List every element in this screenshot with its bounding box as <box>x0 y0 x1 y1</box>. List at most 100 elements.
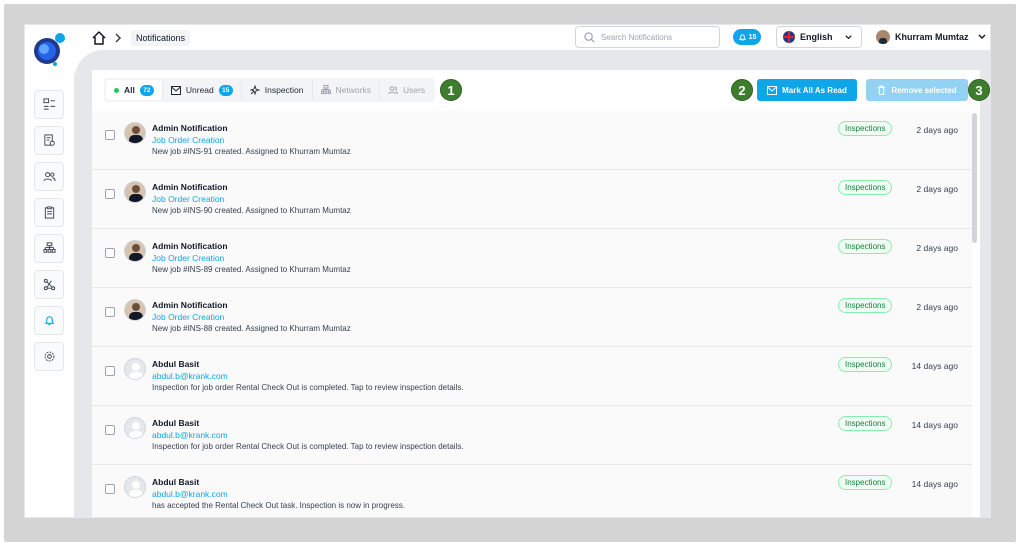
notification-time: 2 days ago <box>916 243 958 253</box>
clipboard-icon <box>44 206 54 219</box>
tab-all[interactable]: All 72 <box>106 80 163 100</box>
mark-all-read-label: Mark All As Read <box>782 85 847 95</box>
notification-title: Abdul Basit <box>152 477 200 487</box>
sidebar-item-networks[interactable] <box>34 234 64 263</box>
callout-marker-3: 3 <box>968 79 990 101</box>
sender-avatar <box>124 358 146 380</box>
tab-networks[interactable]: Networks <box>313 80 380 100</box>
sender-avatar <box>124 240 146 262</box>
notification-time: 2 days ago <box>916 184 958 194</box>
sidebar-item-dashboard[interactable] <box>34 90 64 119</box>
category-badge: Inspections <box>838 239 893 254</box>
language-select[interactable]: English <box>776 26 862 48</box>
notification-title: Admin Notification <box>152 300 228 310</box>
sender-avatar <box>124 299 146 321</box>
notification-title: Admin Notification <box>152 182 228 192</box>
row-checkbox[interactable] <box>105 130 115 140</box>
user-name: Khurram Mumtaz <box>895 32 969 42</box>
notification-subtitle[interactable]: Job Order Creation <box>152 312 224 322</box>
bell-count: 15 <box>748 33 757 41</box>
callout-marker-2: 2 <box>731 79 753 101</box>
user-menu[interactable]: Khurram Mumtaz <box>876 28 987 46</box>
tab-inspection[interactable]: Inspection <box>242 80 313 100</box>
list-scrollbar[interactable] <box>972 113 977 243</box>
category-badge: Inspections <box>838 357 893 372</box>
row-checkbox[interactable] <box>105 307 115 317</box>
category-badge: Inspections <box>838 180 893 195</box>
notification-bell-button[interactable]: 15 <box>733 29 761 45</box>
notification-message: New job #INS-91 created. Assigned to Khu… <box>152 147 351 156</box>
tab-all-label: All <box>124 85 135 95</box>
notification-row[interactable]: Admin Notification Job Order Creation New … <box>92 229 972 288</box>
search-placeholder: Search Notifications <box>601 32 673 42</box>
category-badge: Inspections <box>838 298 893 313</box>
callout-marker-1: 1 <box>440 79 462 101</box>
notification-subtitle[interactable]: abdul.b@krank.com <box>152 371 228 381</box>
breadcrumb-current: Notifications <box>131 30 191 46</box>
category-badge: Inspections <box>838 416 893 431</box>
notification-row[interactable]: Admin Notification Job Order Creation New … <box>92 170 972 229</box>
sidebar-item-workflows[interactable] <box>34 270 64 299</box>
trash-icon <box>878 85 886 95</box>
workflow-icon <box>43 278 55 291</box>
sidebar-item-users[interactable] <box>34 162 64 191</box>
notification-row[interactable]: Abdul Basit abdul.b@krank.com Inspection f… <box>92 406 972 465</box>
notification-message: has accepted the Rental Check Out task. … <box>152 501 406 510</box>
remove-selected-button[interactable]: Remove selected <box>866 79 968 101</box>
network-icon <box>42 242 56 253</box>
sidebar-item-notifications[interactable] <box>34 306 64 335</box>
remove-selected-label: Remove selected <box>891 85 957 95</box>
main-content: All 72 Unread 15 Inspection Networks Use… <box>75 50 990 517</box>
tab-users-label: Users <box>402 85 426 95</box>
tab-all-count: 72 <box>139 84 154 96</box>
notification-time: 2 days ago <box>916 125 958 135</box>
report-search-icon <box>43 134 55 146</box>
user-avatar <box>876 30 890 44</box>
sidebar-item-settings[interactable] <box>34 342 64 371</box>
sidebar <box>25 73 75 517</box>
row-checkbox[interactable] <box>105 248 115 258</box>
bell-icon <box>738 33 746 41</box>
sender-avatar <box>124 417 146 439</box>
language-label: English <box>800 32 833 42</box>
notification-subtitle[interactable]: abdul.b@krank.com <box>152 430 228 440</box>
row-checkbox[interactable] <box>105 484 115 494</box>
sender-avatar <box>124 181 146 203</box>
inspection-icon <box>249 85 260 95</box>
notification-subtitle[interactable]: abdul.b@krank.com <box>152 489 228 499</box>
notification-message: New job #INS-89 created. Assigned to Khu… <box>152 265 351 274</box>
notification-title: Abdul Basit <box>152 359 200 369</box>
chevron-right-icon <box>115 33 122 43</box>
users-icon <box>42 172 56 182</box>
tab-unread[interactable]: Unread 15 <box>163 80 242 100</box>
notification-time: 14 days ago <box>911 479 958 489</box>
row-checkbox[interactable] <box>105 189 115 199</box>
uk-flag-icon <box>783 31 795 43</box>
sidebar-item-tasks[interactable] <box>34 198 64 227</box>
tab-inspection-label: Inspection <box>264 85 304 95</box>
notification-time: 14 days ago <box>911 420 958 430</box>
tab-unread-label: Unread <box>185 85 214 95</box>
notification-row[interactable]: Admin Notification Job Order Creation New … <box>92 288 972 347</box>
notification-subtitle[interactable]: Job Order Creation <box>152 253 224 263</box>
notification-subtitle[interactable]: Job Order Creation <box>152 194 224 204</box>
sidebar-item-reports[interactable] <box>34 126 64 155</box>
notification-row[interactable]: Abdul Basit abdul.b@krank.com has accepted… <box>92 465 972 517</box>
notification-subtitle[interactable]: Job Order Creation <box>152 135 224 145</box>
search-input[interactable]: Search Notifications <box>575 26 720 48</box>
notification-row[interactable]: Admin Notification Job Order Creation New … <box>92 111 972 170</box>
notification-title: Admin Notification <box>152 123 228 133</box>
app-logo[interactable] <box>31 31 67 67</box>
row-checkbox[interactable] <box>105 425 115 435</box>
category-badge: Inspections <box>838 121 893 136</box>
app-window: Notifications Search Notifications 15 En… <box>24 24 991 518</box>
tab-users[interactable]: Users <box>380 80 433 100</box>
mark-all-read-button[interactable]: Mark All As Read <box>757 79 857 101</box>
sender-avatar <box>124 476 146 498</box>
notification-time: 14 days ago <box>911 361 958 371</box>
notification-row[interactable]: Abdul Basit abdul.b@krank.com Inspection f… <box>92 347 972 406</box>
home-icon[interactable] <box>91 30 107 46</box>
notification-title: Abdul Basit <box>152 418 200 428</box>
row-checkbox[interactable] <box>105 366 115 376</box>
bell-icon <box>44 316 54 326</box>
